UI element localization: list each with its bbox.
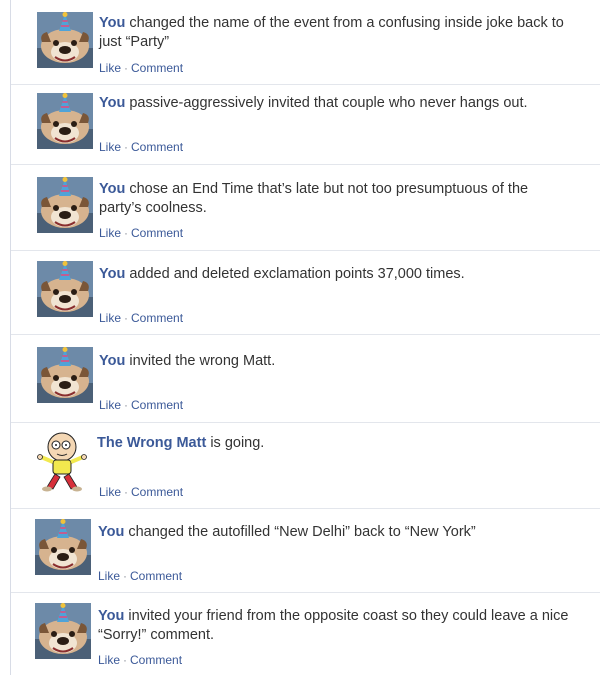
story-body: invited your friend from the opposite co… [98, 608, 569, 643]
bulldog-photo-icon [35, 603, 91, 659]
feed-story: You invited the wrong Matt. Like · Comment [11, 335, 600, 423]
comment-link[interactable]: Comment [130, 569, 182, 583]
actor-name-link[interactable]: The Wrong Matt [97, 435, 206, 451]
like-link[interactable]: Like [99, 140, 121, 154]
story-body: added and deleted exclamation points 37,… [129, 266, 465, 282]
story-actions: Like · Comment [99, 226, 183, 240]
profile-photo-bulldog[interactable] [37, 261, 93, 317]
comment-link[interactable]: Comment [131, 398, 183, 412]
profile-photo-cartoon[interactable] [29, 429, 97, 497]
story-text: The Wrong Matt is going. [97, 434, 587, 453]
comment-link[interactable]: Comment [131, 485, 183, 499]
story-text: You invited your friend from the opposit… [98, 607, 598, 645]
story-actions: Like · Comment [98, 569, 182, 583]
story-body: passive-aggressively invited that couple… [129, 95, 528, 111]
action-separator: · [123, 569, 128, 583]
actor-name-link[interactable]: You [99, 266, 125, 282]
profile-photo-bulldog[interactable] [35, 603, 91, 659]
actor-name-link[interactable]: You [98, 608, 124, 624]
profile-photo-bulldog[interactable] [37, 177, 93, 233]
bulldog-photo-icon [37, 93, 93, 149]
action-separator: · [124, 226, 129, 240]
comment-link[interactable]: Comment [131, 226, 183, 240]
story-text: You chose an End Time that’s late but no… [99, 180, 559, 218]
action-separator: · [124, 398, 129, 412]
comment-link[interactable]: Comment [131, 311, 183, 325]
action-separator: · [124, 61, 129, 75]
feed-story: You passive-aggressively invited that co… [11, 85, 600, 165]
actor-name-link[interactable]: You [98, 524, 124, 540]
bulldog-photo-icon [37, 261, 93, 317]
story-body: changed the name of the event from a con… [99, 15, 564, 50]
comment-link[interactable]: Comment [131, 140, 183, 154]
like-link[interactable]: Like [99, 485, 121, 499]
activity-feed: You changed the name of the event from a… [10, 0, 600, 675]
like-link[interactable]: Like [99, 398, 121, 412]
story-text: You passive-aggressively invited that co… [99, 94, 599, 113]
profile-photo-bulldog[interactable] [37, 12, 93, 68]
action-separator: · [124, 485, 129, 499]
feed-story: The Wrong Matt is going. Like · Comment [11, 423, 600, 509]
story-actions: Like · Comment [99, 61, 183, 75]
actor-name-link[interactable]: You [99, 15, 125, 31]
like-link[interactable]: Like [98, 569, 120, 583]
feed-story: You invited your friend from the opposit… [11, 593, 600, 675]
story-body: is going. [210, 435, 265, 451]
profile-photo-bulldog[interactable] [37, 93, 93, 149]
story-actions: Like · Comment [99, 311, 183, 325]
feed-story: You chose an End Time that’s late but no… [11, 165, 600, 251]
feed-story: You changed the name of the event from a… [11, 0, 600, 85]
story-text: You added and deleted exclamation points… [99, 265, 589, 284]
story-text: You invited the wrong Matt. [99, 352, 589, 371]
bulldog-photo-icon [35, 519, 91, 575]
feed-story: You added and deleted exclamation points… [11, 251, 600, 335]
action-separator: · [124, 311, 129, 325]
action-separator: · [124, 140, 129, 154]
story-text: You changed the name of the event from a… [99, 14, 589, 52]
story-actions: Like · Comment [99, 398, 183, 412]
bulldog-photo-icon [37, 12, 93, 68]
feed-story: You changed the autofilled “New Delhi” b… [11, 509, 600, 593]
actor-name-link[interactable]: You [99, 353, 125, 369]
comment-link[interactable]: Comment [130, 653, 182, 667]
actor-name-link[interactable]: You [99, 95, 125, 111]
like-link[interactable]: Like [98, 653, 120, 667]
profile-photo-bulldog[interactable] [35, 519, 91, 575]
story-body: invited the wrong Matt. [129, 353, 276, 369]
profile-photo-bulldog[interactable] [37, 347, 93, 403]
story-body: chose an End Time that’s late but not to… [99, 181, 529, 216]
story-actions: Like · Comment [99, 485, 183, 499]
actor-name-link[interactable]: You [99, 181, 125, 197]
story-text: You changed the autofilled “New Delhi” b… [98, 523, 588, 542]
like-link[interactable]: Like [99, 311, 121, 325]
cartoon-character-icon [29, 429, 97, 497]
story-actions: Like · Comment [98, 653, 182, 667]
bulldog-photo-icon [37, 177, 93, 233]
story-actions: Like · Comment [99, 140, 183, 154]
bulldog-photo-icon [37, 347, 93, 403]
comment-link[interactable]: Comment [131, 61, 183, 75]
like-link[interactable]: Like [99, 61, 121, 75]
like-link[interactable]: Like [99, 226, 121, 240]
story-body: changed the autofilled “New Delhi” back … [128, 524, 476, 540]
action-separator: · [123, 653, 128, 667]
